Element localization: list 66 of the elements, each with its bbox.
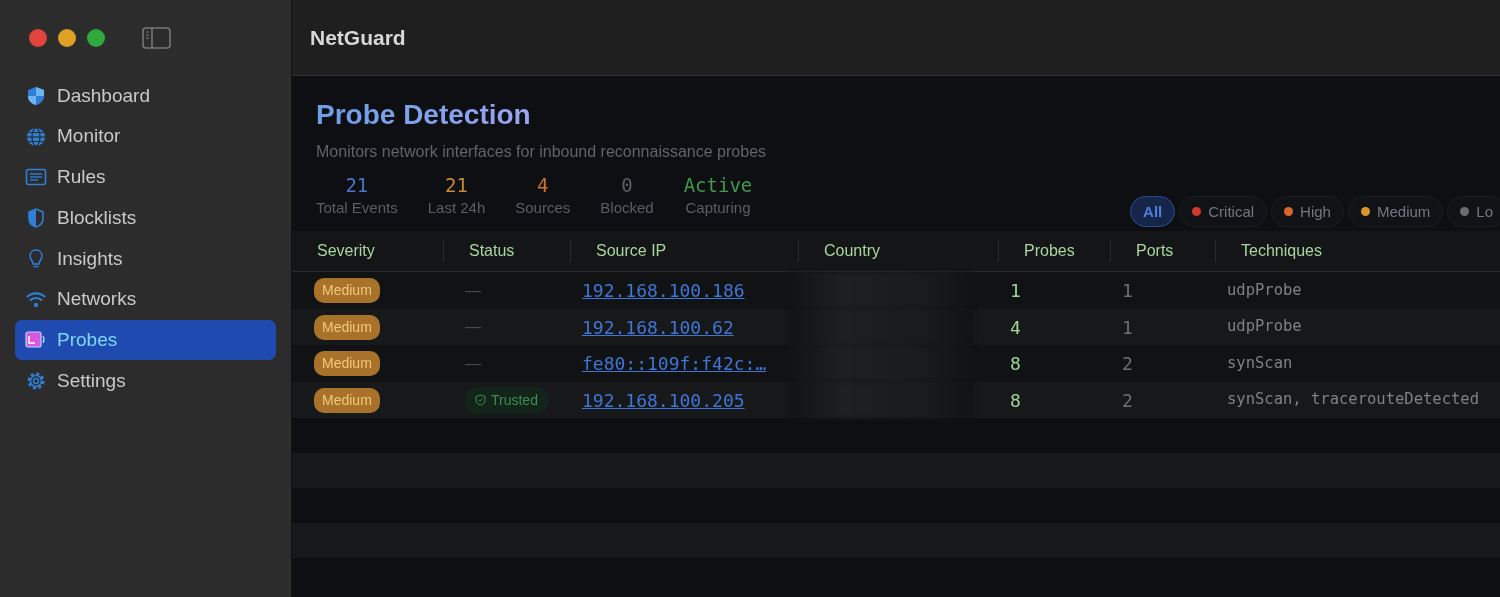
table-cell-text: 1 <box>1009 279 1022 304</box>
empty-status: — <box>465 354 481 372</box>
column-header[interactable]: Severity <box>292 240 443 263</box>
severity-badge: Medium <box>314 387 380 413</box>
filter-chip[interactable]: Critical <box>1179 196 1268 228</box>
stat-label: Last 24h <box>427 197 486 218</box>
table-row[interactable]: Medium — 192.168.100.62 4 1 udpProbe <box>292 308 1500 346</box>
stat-value: 21 <box>344 174 370 197</box>
sidebar-item[interactable]: Blocklists <box>15 198 276 239</box>
stat-value: Active <box>683 174 753 197</box>
shield-check-icon <box>475 394 486 407</box>
table-cell-text: 8 <box>1009 352 1022 377</box>
severity-badge: Medium <box>314 278 380 304</box>
globe-icon <box>25 125 47 148</box>
table-cell-text: 1 <box>1121 279 1134 304</box>
column-header[interactable]: Country <box>798 240 998 263</box>
minimize-button[interactable] <box>58 29 76 47</box>
severity-badge: Medium <box>314 351 380 377</box>
table-cell-text: 2 <box>1121 352 1134 377</box>
filter-chip[interactable]: Lo <box>1447 196 1500 228</box>
sidebar-item[interactable]: Monitor <box>15 116 276 157</box>
filter-chip[interactable]: All <box>1130 196 1176 228</box>
stat-label: Capturing <box>684 197 752 218</box>
table-cell-text: synScan, tracerouteDetected <box>1226 389 1480 411</box>
empty-status: — <box>465 281 481 299</box>
column-header[interactable]: Techniques <box>1215 240 1500 263</box>
sidebar-item[interactable]: Insights <box>15 238 276 279</box>
shield-icon <box>25 207 47 230</box>
column-header[interactable]: Probes <box>998 240 1110 263</box>
zoom-button[interactable] <box>87 29 105 47</box>
sidebar-item[interactable]: Dashboard <box>15 76 276 116</box>
table-cell-text: 4 <box>1009 315 1022 340</box>
table-cell-text: 8 <box>1009 388 1022 413</box>
close-button[interactable] <box>29 29 47 47</box>
ip-link[interactable]: fe80::109f:f42c:… <box>582 353 767 375</box>
stat-label: Sources <box>515 197 571 218</box>
table-cell-text: 1 <box>1121 315 1134 340</box>
filter-chip[interactable]: Medium <box>1347 196 1444 228</box>
page-subtitle: Monitors network interfaces for inbound reconnaissance probes <box>316 142 768 162</box>
stat-value: 4 <box>536 174 550 197</box>
sidebar-item[interactable]: Rules <box>15 157 276 198</box>
column-header[interactable]: Source IP <box>570 240 798 263</box>
ip-link[interactable]: 192.168.100.205 <box>582 389 745 411</box>
stat-value: 0 <box>620 174 634 197</box>
table-row[interactable]: Medium Trusted 192.168.100.205 8 2 synScan, tracerouteDetected <box>292 381 1500 419</box>
stat-label: Total Events <box>316 197 398 218</box>
shield-icon <box>25 85 47 107</box>
window-title: NetGuard <box>292 0 1500 76</box>
table-cell-text: udpProbe <box>1226 316 1303 338</box>
sidebar-item[interactable]: Networks <box>15 279 276 320</box>
stat-value: 21 <box>444 174 469 197</box>
sidebar-toggle-icon[interactable] <box>142 27 171 49</box>
stat-label: Blocked <box>600 197 654 218</box>
table-cell-text: 2 <box>1121 388 1134 413</box>
table-cell-text: udpProbe <box>1226 279 1303 301</box>
column-header[interactable]: Ports <box>1110 240 1215 263</box>
filter-chip[interactable]: High <box>1271 196 1344 228</box>
empty-status: — <box>465 318 481 336</box>
table-cell-text: synScan <box>1226 352 1294 374</box>
severity-badge: Medium <box>314 314 380 340</box>
ip-link[interactable]: 192.168.100.186 <box>582 280 745 302</box>
column-header[interactable]: Status <box>443 240 570 263</box>
sidebar-item[interactable]: Probes <box>15 320 276 361</box>
ip-link[interactable]: 192.168.100.62 <box>582 316 734 338</box>
sidebar-item[interactable]: Settings <box>15 360 276 401</box>
trusted-badge: Trusted <box>465 386 548 414</box>
